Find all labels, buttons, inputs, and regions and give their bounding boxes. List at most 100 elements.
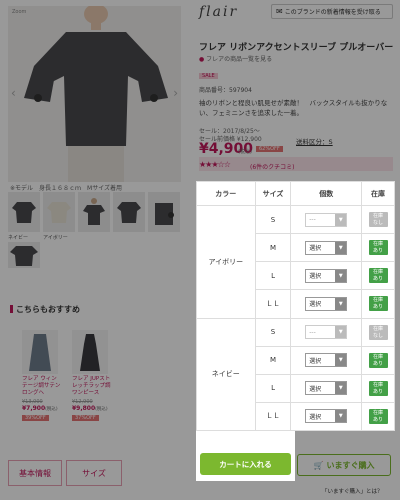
quantity-cell: 選択	[290, 233, 363, 263]
thumbnail-ivory-label: アイボリー	[43, 235, 68, 241]
recommend-title: こちらもおすすめ	[10, 304, 80, 315]
brand-notify-button[interactable]: ✉ このブランドの新着情報を受け取る	[271, 4, 393, 19]
thumbnail-sleeve[interactable]	[148, 192, 180, 232]
recommend-item-image[interactable]	[22, 330, 58, 374]
sale-badge: SALE	[199, 73, 218, 79]
recommend-item-name[interactable]: フレア ウィンテージ調サテンロングヘ	[22, 376, 62, 397]
shirt-icon	[117, 202, 141, 223]
shirt-icon	[47, 202, 71, 223]
col-color: カラー	[196, 181, 256, 206]
size-cell: S	[254, 317, 292, 347]
col-stock: 在庫	[361, 181, 395, 206]
buy-now-help-link[interactable]: 「いますぐ購入」とは？	[322, 487, 383, 495]
stock-cell: 在庫 なし	[361, 317, 395, 347]
tab-basic-info[interactable]: 基本情報	[8, 460, 62, 486]
product-code: 商品番号：597904	[199, 87, 252, 94]
skirt-icon	[29, 334, 51, 371]
quantity-select[interactable]: 選択	[305, 409, 348, 424]
thumbnail-strip: ネイビー アイボリー	[8, 192, 180, 241]
buy-now-label: いますぐ購入	[326, 460, 375, 470]
size-stock-table: カラー サイズ 個数 在庫 アイボリーS---在庫なしM選択在庫ありL選択在庫あ…	[196, 181, 395, 432]
stock-cell: 在庫 あり	[361, 233, 395, 263]
stock-badge: 在庫 あり	[368, 296, 388, 312]
stock-cell: 在庫 あり	[361, 261, 395, 291]
thumbnail-back[interactable]	[78, 192, 110, 232]
discount-badge: 62%OFF	[256, 146, 283, 152]
quantity-cell: ---	[290, 317, 363, 347]
quantity-select[interactable]: 選択	[305, 381, 348, 396]
thumbnail-flat[interactable]	[113, 192, 145, 232]
circle-icon: ●	[199, 56, 205, 63]
brand-notify-label: このブランドの新着情報を受け取る	[284, 9, 381, 16]
recommend-item-off-badge: 37%OFF	[72, 415, 99, 421]
stock-cell: 在庫 あり	[361, 373, 395, 403]
recommend-item-tax: (税込)	[95, 407, 108, 412]
shirt-icon	[12, 202, 36, 223]
stock-badge: 在庫 あり	[368, 240, 388, 256]
model-illustration	[24, 6, 168, 182]
quantity-cell: 選択	[290, 401, 363, 432]
quantity-select[interactable]: 選択	[305, 268, 348, 283]
col-quantity: 個数	[290, 181, 363, 206]
recommend-item[interactable]: フレア JUPストレッチラップ調ワンピース ¥12,900 ¥9,800(税込)…	[72, 330, 112, 422]
size-cell: L	[254, 261, 292, 291]
table-row: アイボリーS --- 在庫なし	[196, 204, 395, 319]
thumbnail-navy[interactable]: ネイビー	[8, 192, 40, 241]
price-tax-note: (税込)	[238, 149, 252, 155]
overlay-dim-bottom	[196, 481, 295, 500]
stock-badge: 在庫 あり	[368, 408, 388, 424]
next-image-arrow[interactable]: ›	[173, 86, 178, 100]
tab-size[interactable]: サイズ	[66, 460, 122, 486]
size-cell: ＬＬ	[254, 401, 292, 432]
recommend-item-name[interactable]: フレア JUPストレッチラップ調ワンピース	[72, 376, 112, 397]
dress-icon	[80, 334, 100, 371]
size-cell: M	[254, 233, 292, 263]
product-title: フレア リボンアクセントスリーブ プルオーバー	[199, 43, 394, 53]
thumbnail-detail[interactable]	[8, 242, 40, 268]
overlay-dim-right	[395, 181, 400, 500]
quantity-cell: 選択	[290, 289, 363, 319]
buy-now-button[interactable]: 🛒 いますぐ購入	[297, 454, 391, 476]
model-icon	[155, 203, 174, 225]
quantity-select[interactable]: ---	[305, 212, 348, 227]
model-caption: ※モデル 身長１６８ｃｍ Mサイズ着用	[10, 185, 123, 192]
recommend-item-price: ¥7,900	[22, 405, 46, 412]
thumbnail-ivory[interactable]: アイボリー	[43, 192, 75, 241]
thumbnail-navy-label: ネイビー	[8, 235, 29, 241]
table-row: ネイビーS --- 在庫なし	[196, 317, 395, 431]
quantity-select[interactable]: 選択	[305, 353, 348, 368]
product-main-image[interactable]: Zoom ‹ ›	[8, 6, 181, 182]
quantity-select[interactable]: 選択	[305, 240, 348, 255]
size-cell: ＬＬ	[254, 289, 292, 319]
col-size: サイズ	[254, 181, 292, 206]
recommend-item-price: ¥9,800	[72, 405, 96, 412]
add-to-cart-button[interactable]: カートに入れる	[200, 453, 291, 475]
recommend-item-image[interactable]	[72, 330, 108, 374]
quantity-select[interactable]: 選択	[305, 296, 348, 311]
cart-icon: 🛒	[313, 460, 324, 470]
stock-badge: 在庫 なし	[368, 212, 388, 228]
reviews-link[interactable]: (6件のクチコミ)	[250, 162, 295, 171]
shirt-icon	[10, 246, 38, 266]
stock-cell: 在庫 あり	[361, 289, 395, 319]
prev-image-arrow[interactable]: ‹	[11, 86, 16, 100]
color-cell: アイボリー	[196, 205, 256, 319]
stock-cell: 在庫 あり	[361, 401, 395, 432]
recommend-item[interactable]: フレア ウィンテージ調サテンロングヘ ¥13,000 ¥7,900(税込) 39…	[22, 330, 62, 422]
zoom-label[interactable]: Zoom	[12, 9, 26, 15]
rating-stars: ★★★☆☆	[199, 160, 231, 169]
brand-products-link-label: フレアの商品一覧を見る	[206, 56, 273, 63]
stock-cell: 在庫 なし	[361, 204, 395, 235]
quantity-select[interactable]: ---	[305, 325, 348, 340]
shipping-class-link[interactable]: 送料区分：S	[296, 136, 333, 146]
stock-cell: 在庫 あり	[361, 345, 395, 375]
quantity-cell: ---	[290, 204, 363, 235]
recommend-item-off-badge: 39%OFF	[22, 415, 49, 421]
brand-logo[interactable]: flair	[199, 4, 238, 20]
brand-products-link[interactable]: ● フレアの商品一覧を見る	[199, 54, 272, 63]
stock-badge: 在庫 あり	[368, 380, 388, 396]
stock-badge: 在庫 あり	[368, 268, 388, 284]
size-cell: M	[254, 345, 292, 375]
stock-badge: 在庫 なし	[368, 324, 388, 340]
quantity-cell: 選択	[290, 261, 363, 291]
